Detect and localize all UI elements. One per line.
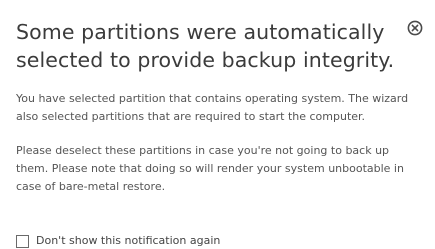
info-paragraph: You have selected partition that contain… (16, 92, 409, 123)
dont-show-again-option[interactable]: Don't show this notification again (16, 233, 220, 249)
close-icon (407, 20, 423, 36)
dialog-title: Some partitions were automatically selec… (16, 20, 395, 72)
warning-paragraph: Please deselect these partitions in case… (16, 144, 404, 193)
dont-show-again-checkbox[interactable] (16, 234, 29, 248)
close-button[interactable] (407, 20, 423, 36)
notification-dialog: Some partitions were automatically selec… (0, 0, 435, 249)
dont-show-again-label: Don't show this notification again (36, 234, 221, 247)
